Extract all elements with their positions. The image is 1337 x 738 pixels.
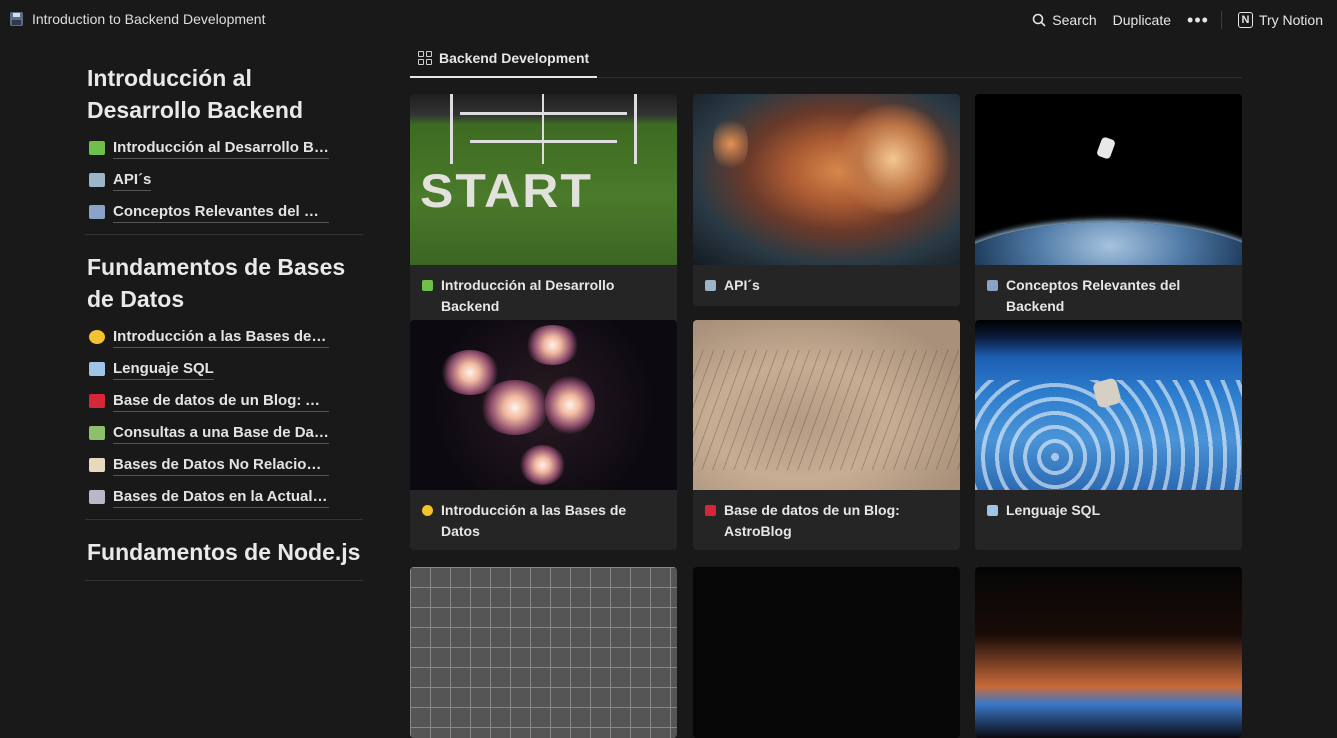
card-cover-image bbox=[975, 94, 1242, 265]
robot-icon bbox=[987, 280, 998, 291]
gallery-card[interactable] bbox=[410, 567, 677, 738]
red-book-icon bbox=[705, 505, 716, 516]
disc-icon bbox=[422, 505, 433, 516]
sidebar-item[interactable]: Bases de Datos en la Actualidad bbox=[85, 481, 363, 513]
sidebar-item[interactable]: Introducción a las Bases de Datos bbox=[85, 321, 363, 353]
floppy-disk-icon bbox=[10, 12, 23, 26]
sidebar-item-label: Introducción al Desarrollo Backend bbox=[113, 138, 329, 159]
sidebar-item[interactable]: Consultas a una Base de Datos bbox=[85, 417, 363, 449]
open-book-icon bbox=[987, 505, 998, 516]
card-cover-image bbox=[975, 567, 1242, 738]
sidebar-section: Fundamentos de Bases de Datos Introducci… bbox=[85, 251, 363, 520]
card-title: API´s bbox=[724, 277, 760, 293]
sidebar-item[interactable]: Bases de Datos No Relacionales bbox=[85, 449, 363, 481]
card-title: Base de datos de un Blog: AstroBlog bbox=[724, 502, 900, 539]
sidebar-item[interactable]: Introducción al Desarrollo Backend bbox=[85, 132, 363, 164]
sidebar-item[interactable]: API´s bbox=[85, 164, 363, 196]
card-cover-image bbox=[693, 567, 960, 738]
card-cover-image bbox=[410, 567, 677, 738]
id-card-icon bbox=[89, 426, 105, 440]
view-tabs: Backend Development bbox=[410, 40, 1242, 78]
card-cover-image: START bbox=[410, 94, 677, 265]
sidebar-item-label: Bases de Datos No Relacionales bbox=[113, 455, 329, 476]
divider bbox=[1220, 11, 1222, 29]
sidebar-item-label: Introducción a las Bases de Datos bbox=[113, 327, 329, 348]
card-title: Conceptos Relevantes del Backend bbox=[1006, 277, 1181, 314]
section-heading: Fundamentos de Node.js bbox=[87, 539, 361, 565]
sidebar-section: Introducción al Desarrollo Backend Intro… bbox=[85, 62, 363, 235]
search-button[interactable]: Search bbox=[1024, 10, 1104, 30]
tractor-icon bbox=[422, 280, 433, 291]
open-book-icon bbox=[89, 362, 105, 376]
card-title: Introducción al Desarrollo Backend bbox=[441, 277, 615, 314]
card-cover-image bbox=[693, 94, 960, 265]
try-notion-label: Try Notion bbox=[1258, 12, 1323, 28]
card-title: Lenguaje SQL bbox=[1006, 502, 1101, 518]
satellite-icon bbox=[89, 490, 105, 504]
tab-label: Backend Development bbox=[439, 50, 590, 66]
gallery-card[interactable]: Base de datos de un Blog: AstroBlog bbox=[693, 320, 960, 550]
gallery-card[interactable]: API´s bbox=[693, 94, 960, 306]
duplicate-label: Duplicate bbox=[1112, 12, 1172, 28]
sidebar-item-label: Conceptos Relevantes del Backend bbox=[113, 202, 329, 223]
sidebar-item-label: Bases de Datos en la Actualidad bbox=[113, 487, 329, 508]
red-book-icon bbox=[89, 394, 105, 408]
card-cover-image bbox=[975, 320, 1242, 490]
clipboard-icon bbox=[89, 458, 105, 472]
gallery-card[interactable]: Conceptos Relevantes del Backend bbox=[975, 94, 1242, 327]
notion-logo-icon: N bbox=[1237, 12, 1253, 28]
gallery-card[interactable]: START Introducción al Desarrollo Backend bbox=[410, 94, 677, 327]
sidebar-item[interactable]: Lenguaje SQL bbox=[85, 353, 363, 385]
tab-backend-development[interactable]: Backend Development bbox=[410, 40, 598, 78]
technologist-icon bbox=[89, 173, 105, 187]
gallery-grid-icon bbox=[418, 51, 432, 65]
try-notion-button[interactable]: N Try Notion bbox=[1230, 10, 1331, 30]
card-cover-image bbox=[410, 320, 677, 490]
section-heading: Fundamentos de Bases de Datos bbox=[87, 254, 346, 312]
disc-icon bbox=[89, 330, 105, 344]
sidebar-item-label: Lenguaje SQL bbox=[113, 359, 214, 380]
duplicate-button[interactable]: Duplicate bbox=[1105, 10, 1179, 30]
search-icon bbox=[1032, 13, 1046, 27]
sidebar-item-label: API´s bbox=[113, 170, 152, 191]
card-cover-image bbox=[693, 320, 960, 490]
tractor-icon bbox=[89, 141, 105, 155]
page-breadcrumb[interactable]: Introduction to Backend Development bbox=[10, 11, 265, 27]
section-heading: Introducción al Desarrollo Backend bbox=[87, 65, 304, 123]
search-label: Search bbox=[1052, 12, 1097, 28]
technologist-icon bbox=[705, 280, 716, 291]
sidebar-item[interactable]: Conceptos Relevantes del Backend bbox=[85, 196, 363, 228]
card-title: Introducción a las Bases de Datos bbox=[441, 502, 627, 539]
sidebar: Introducción al Desarrollo Backend Intro… bbox=[85, 62, 363, 597]
sidebar-item[interactable]: Base de datos de un Blog: AstroBlog bbox=[85, 385, 363, 417]
top-bar: Introduction to Backend Development Sear… bbox=[0, 0, 1337, 40]
robot-icon bbox=[89, 205, 105, 219]
sidebar-item-label: Base de datos de un Blog: AstroBlog bbox=[113, 391, 329, 412]
gallery-card[interactable] bbox=[693, 567, 960, 738]
gallery-card[interactable]: Introducción a las Bases de Datos bbox=[410, 320, 677, 550]
gallery-card[interactable] bbox=[975, 567, 1242, 738]
page-title: Introduction to Backend Development bbox=[32, 11, 266, 27]
sidebar-item-label: Consultas a una Base de Datos bbox=[113, 423, 329, 444]
more-options-button[interactable]: ••• bbox=[1179, 11, 1219, 29]
gallery-card[interactable]: Lenguaje SQL bbox=[975, 320, 1242, 550]
sidebar-section: Fundamentos de Node.js bbox=[85, 536, 363, 581]
gallery-view: Backend Development START Introducción a… bbox=[410, 40, 1242, 738]
